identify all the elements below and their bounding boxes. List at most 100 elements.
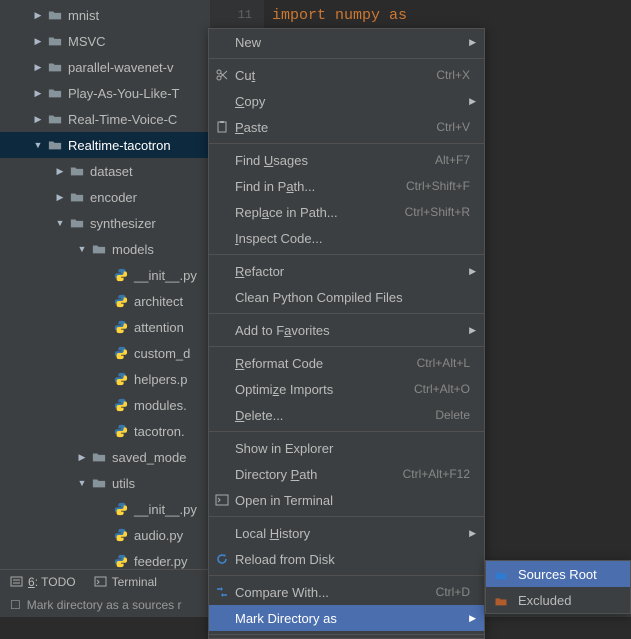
mark-directory-submenu[interactable]: Sources RootExcluded — [485, 560, 631, 614]
tree-item-dataset[interactable]: ▶dataset — [0, 158, 210, 184]
submenu-arrow-icon: ▶ — [469, 96, 476, 107]
terminal-icon — [94, 575, 107, 588]
terminal-tab[interactable]: Terminal — [94, 575, 157, 589]
menu-separator — [209, 431, 484, 432]
tree-item-encoder[interactable]: ▶ encoder — [0, 184, 210, 210]
menu-label: Replace in Path... — [235, 205, 405, 220]
menu-item-inspect-code[interactable]: Inspect Code... — [209, 225, 484, 251]
reload-icon — [214, 551, 230, 567]
tree-item-saved-mode[interactable]: ▶saved_mode — [0, 444, 210, 470]
chevron-right-icon[interactable]: ▶ — [30, 114, 46, 125]
line-number: 11 — [210, 0, 252, 31]
menu-item-add-to-favorites[interactable]: Add to Favorites▶ — [209, 317, 484, 343]
tree-label: custom_d — [134, 346, 190, 361]
tree-item-mnist[interactable]: ▶ mnist — [0, 2, 210, 28]
tree-item-models[interactable]: ▼ models — [0, 236, 210, 262]
menu-item-find-usages[interactable]: Find UsagesAlt+F7 — [209, 147, 484, 173]
menu-separator — [209, 313, 484, 314]
menu-shortcut: Ctrl+Shift+R — [405, 205, 470, 219]
tree-item-tacotron-[interactable]: ▶tacotron. — [0, 418, 210, 444]
menu-label: Delete... — [235, 408, 435, 423]
tree-label: audio.py — [134, 528, 183, 543]
tree-item--init-py[interactable]: ▶__init__.py — [0, 496, 210, 522]
menu-item-directory-path[interactable]: Directory PathCtrl+Alt+F12 — [209, 461, 484, 487]
menu-item-find-in-path[interactable]: Find in Path...Ctrl+Shift+F — [209, 173, 484, 199]
python-file-icon — [112, 267, 130, 283]
menu-item-optimize-imports[interactable]: Optimize ImportsCtrl+Alt+O — [209, 376, 484, 402]
tree-item-custom-d[interactable]: ▶custom_d — [0, 340, 210, 366]
terminal-label: Terminal — [112, 575, 157, 589]
tree-item-realtime-tacotron[interactable]: ▼Realtime-tacotron — [0, 132, 210, 158]
chevron-down-icon[interactable]: ▼ — [74, 244, 90, 254]
tree-item-real-time-voice-c[interactable]: ▶Real-Time-Voice-C — [0, 106, 210, 132]
chevron-right-icon[interactable]: ▶ — [30, 36, 46, 47]
menu-label: Show in Explorer — [235, 441, 470, 456]
tree-item-utils[interactable]: ▼utils — [0, 470, 210, 496]
menu-label: Find in Path... — [235, 179, 406, 194]
tree-label: attention — [134, 320, 184, 335]
menu-item-copy[interactable]: Copy▶ — [209, 88, 484, 114]
chevron-down-icon[interactable]: ▼ — [74, 478, 90, 488]
tree-item-modules-[interactable]: ▶modules. — [0, 392, 210, 418]
menu-label: Clean Python Compiled Files — [235, 290, 470, 305]
menu-separator — [209, 516, 484, 517]
folder-icon — [494, 595, 508, 606]
tree-item-audio-py[interactable]: ▶audio.py — [0, 522, 210, 548]
menu-shortcut: Ctrl+Alt+O — [414, 382, 470, 396]
tree-item--init-py[interactable]: ▶__init__.py — [0, 262, 210, 288]
menu-item-new[interactable]: New▶ — [209, 29, 484, 55]
menu-item-cut[interactable]: CutCtrl+X — [209, 62, 484, 88]
menu-label: Directory Path — [235, 467, 403, 482]
submenu-item-sources-root[interactable]: Sources Root — [486, 561, 630, 587]
menu-item-paste[interactable]: PasteCtrl+V — [209, 114, 484, 140]
chevron-right-icon[interactable]: ▶ — [74, 452, 90, 463]
tree-item-msvc[interactable]: ▶MSVC — [0, 28, 210, 54]
menu-item-open-in-terminal[interactable]: Open in Terminal — [209, 487, 484, 513]
tree-item-play-as-you-like-t[interactable]: ▶Play-As-You-Like-T — [0, 80, 210, 106]
menu-item-reload-from-disk[interactable]: Reload from Disk — [209, 546, 484, 572]
tree-label: mnist — [68, 8, 99, 23]
submenu-item-excluded[interactable]: Excluded — [486, 587, 630, 613]
chevron-right-icon[interactable]: ▶ — [30, 10, 46, 21]
menu-item-refactor[interactable]: Refactor▶ — [209, 258, 484, 284]
python-file-icon — [112, 527, 130, 543]
tree-item-synthesizer[interactable]: ▼synthesizer — [0, 210, 210, 236]
tree-item-attention[interactable]: ▶attention — [0, 314, 210, 340]
menu-item-local-history[interactable]: Local History▶ — [209, 520, 484, 546]
python-file-icon — [112, 345, 130, 361]
menu-item-compare-with[interactable]: Compare With...Ctrl+D — [209, 579, 484, 605]
menu-item-reformat-code[interactable]: Reformat CodeCtrl+Alt+L — [209, 350, 484, 376]
tree-item-helpers-p[interactable]: ▶helpers.p — [0, 366, 210, 392]
chevron-right-icon[interactable]: ▶ — [52, 166, 68, 177]
menu-item-replace-in-path[interactable]: Replace in Path...Ctrl+Shift+R — [209, 199, 484, 225]
tree-label: models — [112, 242, 154, 257]
tree-item-parallel-wavenet-v[interactable]: ▶parallel-wavenet-v — [0, 54, 210, 80]
project-tree[interactable]: ▶ mnist ▶MSVC▶parallel-wavenet-v▶Play-As-Y… — [0, 0, 210, 569]
menu-item-delete[interactable]: Delete...Delete — [209, 402, 484, 428]
menu-item-mark-directory-as[interactable]: Mark Directory as▶ — [209, 605, 484, 631]
todo-label: 6: TODO — [28, 575, 76, 589]
tree-item-architect[interactable]: ▶architect — [0, 288, 210, 314]
folder-icon — [494, 569, 508, 580]
menu-label: Paste — [235, 120, 436, 135]
code-line[interactable]: import numpy as — [264, 0, 631, 31]
chevron-down-icon[interactable]: ▼ — [30, 140, 46, 150]
tree-item-feeder-py[interactable]: ▶feeder.py — [0, 548, 210, 569]
tree-label: encoder — [90, 190, 137, 205]
menu-shortcut: Ctrl+V — [436, 120, 470, 134]
chevron-right-icon[interactable]: ▶ — [30, 88, 46, 99]
hint-text: Mark directory as a sources r — [27, 598, 182, 612]
python-file-icon — [112, 319, 130, 335]
terminal-icon — [214, 492, 230, 508]
python-file-icon — [112, 553, 130, 569]
menu-label: Refactor — [235, 264, 470, 279]
chevron-right-icon[interactable]: ▶ — [30, 62, 46, 73]
folder-icon — [68, 163, 86, 179]
chevron-right-icon[interactable]: ▶ — [52, 192, 68, 203]
menu-item-show-in-explorer[interactable]: Show in Explorer — [209, 435, 484, 461]
todo-tab[interactable]: 6: TODO — [10, 575, 76, 589]
menu-item-clean-python-compiled-files[interactable]: Clean Python Compiled Files — [209, 284, 484, 310]
chevron-down-icon[interactable]: ▼ — [52, 218, 68, 228]
context-menu[interactable]: New▶CutCtrl+XCopy▶PasteCtrl+VFind Usages… — [208, 28, 485, 639]
menu-separator — [209, 346, 484, 347]
